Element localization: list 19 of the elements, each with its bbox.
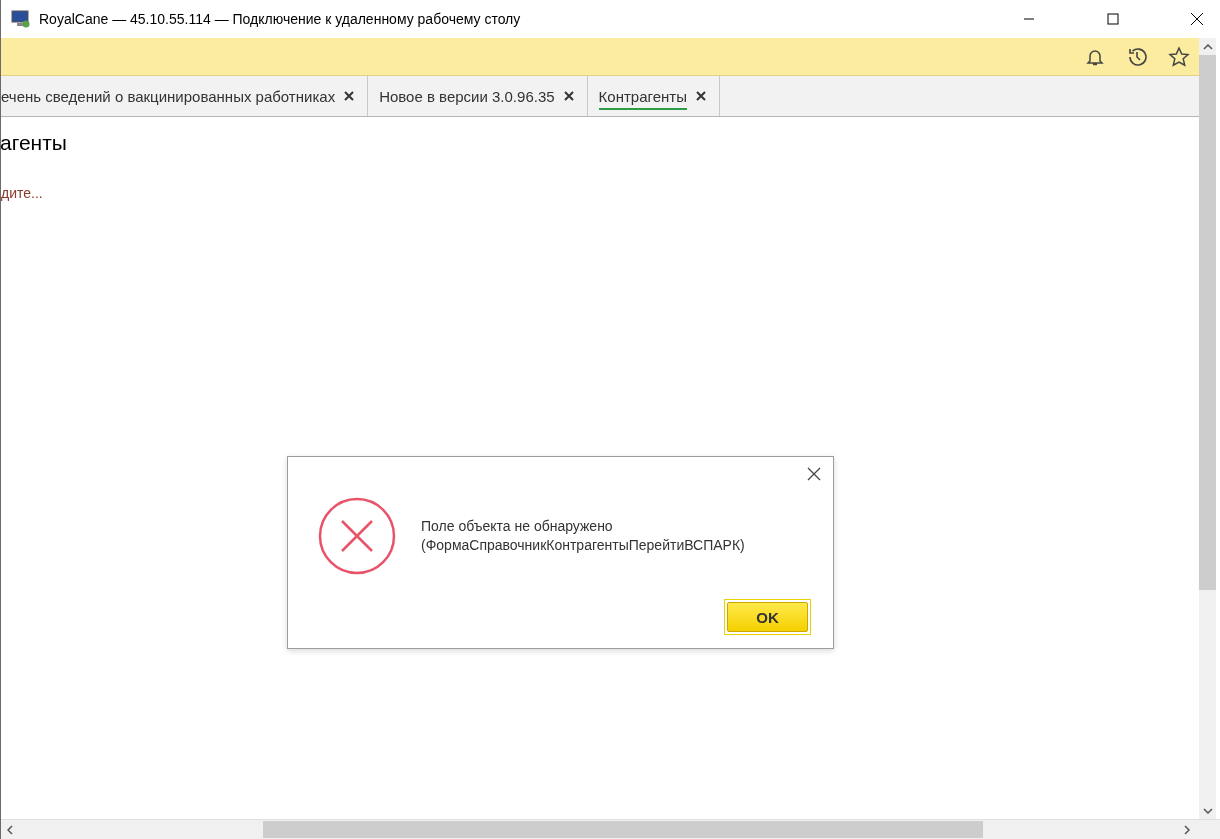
error-icon — [318, 497, 396, 575]
scrollbar-thumb[interactable] — [263, 821, 983, 838]
close-icon[interactable] — [694, 90, 707, 102]
error-message: Поле объекта не обнаружено (ФормаСправочникКонтрагентыПерейтиВСПАРК) — [421, 517, 745, 555]
star-icon[interactable] — [1167, 44, 1191, 69]
tab[interactable]: Контрагенты — [598, 87, 687, 110]
close-icon[interactable] — [343, 90, 356, 102]
page-title: агенты — [1, 131, 68, 155]
close-icon[interactable] — [562, 90, 575, 102]
window-title: RoyalCane — 45.10.55.114 — Подключение к удаленному рабочему столу — [39, 11, 522, 27]
ok-button[interactable]: OK — [727, 602, 808, 632]
close-icon[interactable] — [1190, 12, 1204, 26]
close-icon[interactable] — [807, 467, 823, 483]
tab[interactable]: ечень сведений о вакцинированных работниках — [1, 87, 336, 110]
hint-text: дите... — [1, 185, 44, 201]
scrollbar-thumb[interactable] — [1199, 55, 1216, 590]
remote-desktop-icon — [11, 10, 31, 28]
tab[interactable]: Новое в версии 3.0.96.35 — [379, 87, 555, 110]
maximize-icon[interactable] — [1107, 13, 1119, 25]
